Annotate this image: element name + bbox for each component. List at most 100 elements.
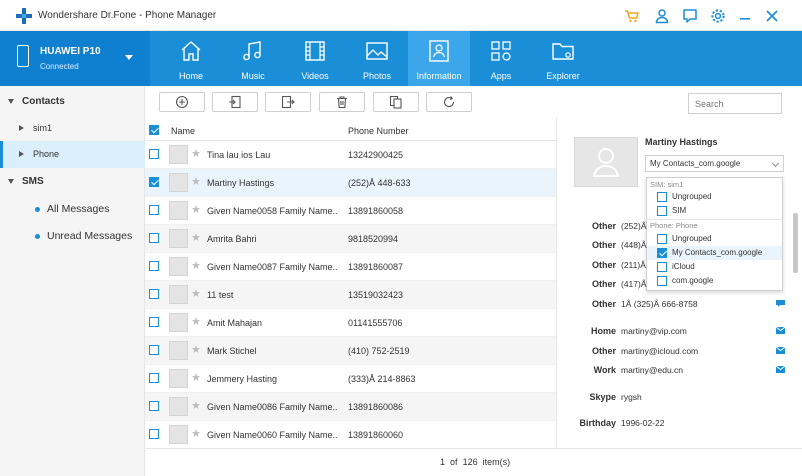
star-icon[interactable]: ★ xyxy=(191,287,201,300)
column-header-name[interactable]: Name xyxy=(171,126,195,136)
tab-videos[interactable]: Videos xyxy=(284,31,346,86)
contact-phone: 13891860058 xyxy=(348,206,404,216)
contact-phone: 13242900425 xyxy=(348,150,404,160)
row-checkbox[interactable] xyxy=(149,429,159,439)
table-row[interactable]: ★ Mark Stichel (410) 752-2519 xyxy=(145,337,556,365)
table-row[interactable]: ★ Jemmery Hasting (333)Å 214-8863 xyxy=(145,365,556,393)
email-icon[interactable] xyxy=(776,347,785,354)
row-checkbox[interactable] xyxy=(149,233,159,243)
tab-information[interactable]: Information xyxy=(408,31,470,86)
star-icon[interactable]: ★ xyxy=(191,147,201,160)
plus-logo-icon xyxy=(16,8,32,24)
search-input[interactable] xyxy=(688,93,782,114)
row-checkbox[interactable] xyxy=(149,373,159,383)
table-row[interactable]: ★ Amrita Bahri 9818520994 xyxy=(145,225,556,253)
group-select[interactable]: My Contacts_com.google xyxy=(645,155,784,172)
export-button[interactable] xyxy=(265,92,311,112)
checkbox[interactable] xyxy=(657,248,667,258)
close-icon[interactable] xyxy=(762,6,782,26)
row-checkbox[interactable] xyxy=(149,289,159,299)
column-header-phone[interactable]: Phone Number xyxy=(348,126,409,136)
avatar xyxy=(574,137,638,187)
dropdown-item[interactable]: My Contacts_com.google xyxy=(647,246,782,260)
star-icon[interactable]: ★ xyxy=(191,371,201,384)
person-icon xyxy=(592,148,620,177)
sidebar-item-unread-messages[interactable]: Unread Messages xyxy=(47,230,132,242)
dropdown-section-sim: SIM: sim1 xyxy=(650,180,684,189)
dropdown-item[interactable]: Ungrouped xyxy=(647,232,782,246)
table-row[interactable]: ★ Martiny Hastings (252)Å 448-633 xyxy=(145,169,556,197)
tab-music[interactable]: Music xyxy=(222,31,284,86)
star-icon[interactable]: ★ xyxy=(191,315,201,328)
sidebar-item-phone[interactable]: Phone xyxy=(0,141,145,168)
tab-explorer[interactable]: Explorer xyxy=(532,31,594,86)
table-row[interactable]: ★ Given Name0060 Family Name... 13891860… xyxy=(145,421,556,448)
gear-icon[interactable] xyxy=(708,6,728,26)
contact-list: Name Phone Number ★ Tina lau ios Lau 132… xyxy=(145,118,556,448)
minimize-icon[interactable] xyxy=(735,6,755,26)
table-row[interactable]: ★ Tina lau ios Lau 13242900425 xyxy=(145,141,556,169)
field-label: Skype xyxy=(589,392,616,402)
dropdown-item[interactable]: SIM xyxy=(647,204,782,218)
row-checkbox[interactable] xyxy=(149,345,159,355)
chevron-down-icon xyxy=(125,55,133,60)
delete-button[interactable] xyxy=(319,92,365,112)
sidebar-item-sim1[interactable]: sim1 xyxy=(33,123,52,133)
row-checkbox[interactable] xyxy=(149,149,159,159)
feedback-icon[interactable] xyxy=(680,6,700,26)
dropdown-item[interactable]: com.google xyxy=(647,274,782,288)
tab-apps[interactable]: Apps xyxy=(470,31,532,86)
star-icon[interactable]: ★ xyxy=(191,399,201,412)
contact-card-icon xyxy=(429,40,449,62)
contact-name: Mark Stichel xyxy=(207,346,257,356)
tab-photos[interactable]: Photos xyxy=(346,31,408,86)
select-all-checkbox[interactable] xyxy=(149,125,159,135)
sidebar-item-contacts[interactable]: Contacts xyxy=(22,96,65,107)
checkbox[interactable] xyxy=(657,276,667,286)
table-row[interactable]: ★ Given Name0058 Family Name... 13891860… xyxy=(145,197,556,225)
row-checkbox[interactable] xyxy=(149,177,159,187)
merge-button[interactable] xyxy=(373,92,419,112)
star-icon[interactable]: ★ xyxy=(191,175,201,188)
user-icon[interactable] xyxy=(652,6,672,26)
device-selector[interactable]: HUAWEI P10 Connected xyxy=(0,31,150,86)
row-checkbox[interactable] xyxy=(149,205,159,215)
field-label: Other xyxy=(591,299,616,309)
star-icon[interactable]: ★ xyxy=(191,259,201,272)
apps-icon xyxy=(491,41,511,61)
star-icon[interactable]: ★ xyxy=(191,343,201,356)
add-contact-button[interactable] xyxy=(159,92,205,112)
dropdown-item-label: Ungrouped xyxy=(672,192,712,201)
row-checkbox[interactable] xyxy=(149,317,159,327)
cart-icon[interactable] xyxy=(622,6,642,26)
table-row[interactable]: ★ Given Name0086 Family Name... 13891860… xyxy=(145,393,556,421)
import-icon xyxy=(229,95,241,109)
refresh-button[interactable] xyxy=(426,92,472,112)
table-row[interactable]: ★ 11 test 13519032423 xyxy=(145,281,556,309)
star-icon[interactable]: ★ xyxy=(191,231,201,244)
checkbox[interactable] xyxy=(657,192,667,202)
checkbox[interactable] xyxy=(657,234,667,244)
row-checkbox[interactable] xyxy=(149,401,159,411)
dropdown-item[interactable]: Ungrouped xyxy=(647,190,782,204)
table-row[interactable]: ★ Given Name0087 Family Name... 13891860… xyxy=(145,253,556,281)
checkbox[interactable] xyxy=(657,206,667,216)
row-checkbox[interactable] xyxy=(149,261,159,271)
table-row[interactable]: ★ Amit Mahajan 01141555706 xyxy=(145,309,556,337)
sidebar-item-sms[interactable]: SMS xyxy=(22,176,44,187)
dropdown-item[interactable]: iCloud xyxy=(647,260,782,274)
contact-phone: 9818520994 xyxy=(348,234,399,244)
message-icon[interactable] xyxy=(776,300,785,307)
trash-icon xyxy=(337,96,347,109)
import-button[interactable] xyxy=(212,92,258,112)
tab-home[interactable]: Home xyxy=(160,31,222,86)
star-icon[interactable]: ★ xyxy=(191,203,201,216)
field-label: Home xyxy=(590,326,616,336)
avatar xyxy=(169,285,188,304)
scrollbar-thumb[interactable] xyxy=(793,213,798,273)
sidebar-item-all-messages[interactable]: All Messages xyxy=(47,203,109,215)
star-icon[interactable]: ★ xyxy=(191,427,201,440)
email-icon[interactable] xyxy=(776,327,785,334)
checkbox[interactable] xyxy=(657,262,667,272)
email-icon[interactable] xyxy=(776,366,785,373)
